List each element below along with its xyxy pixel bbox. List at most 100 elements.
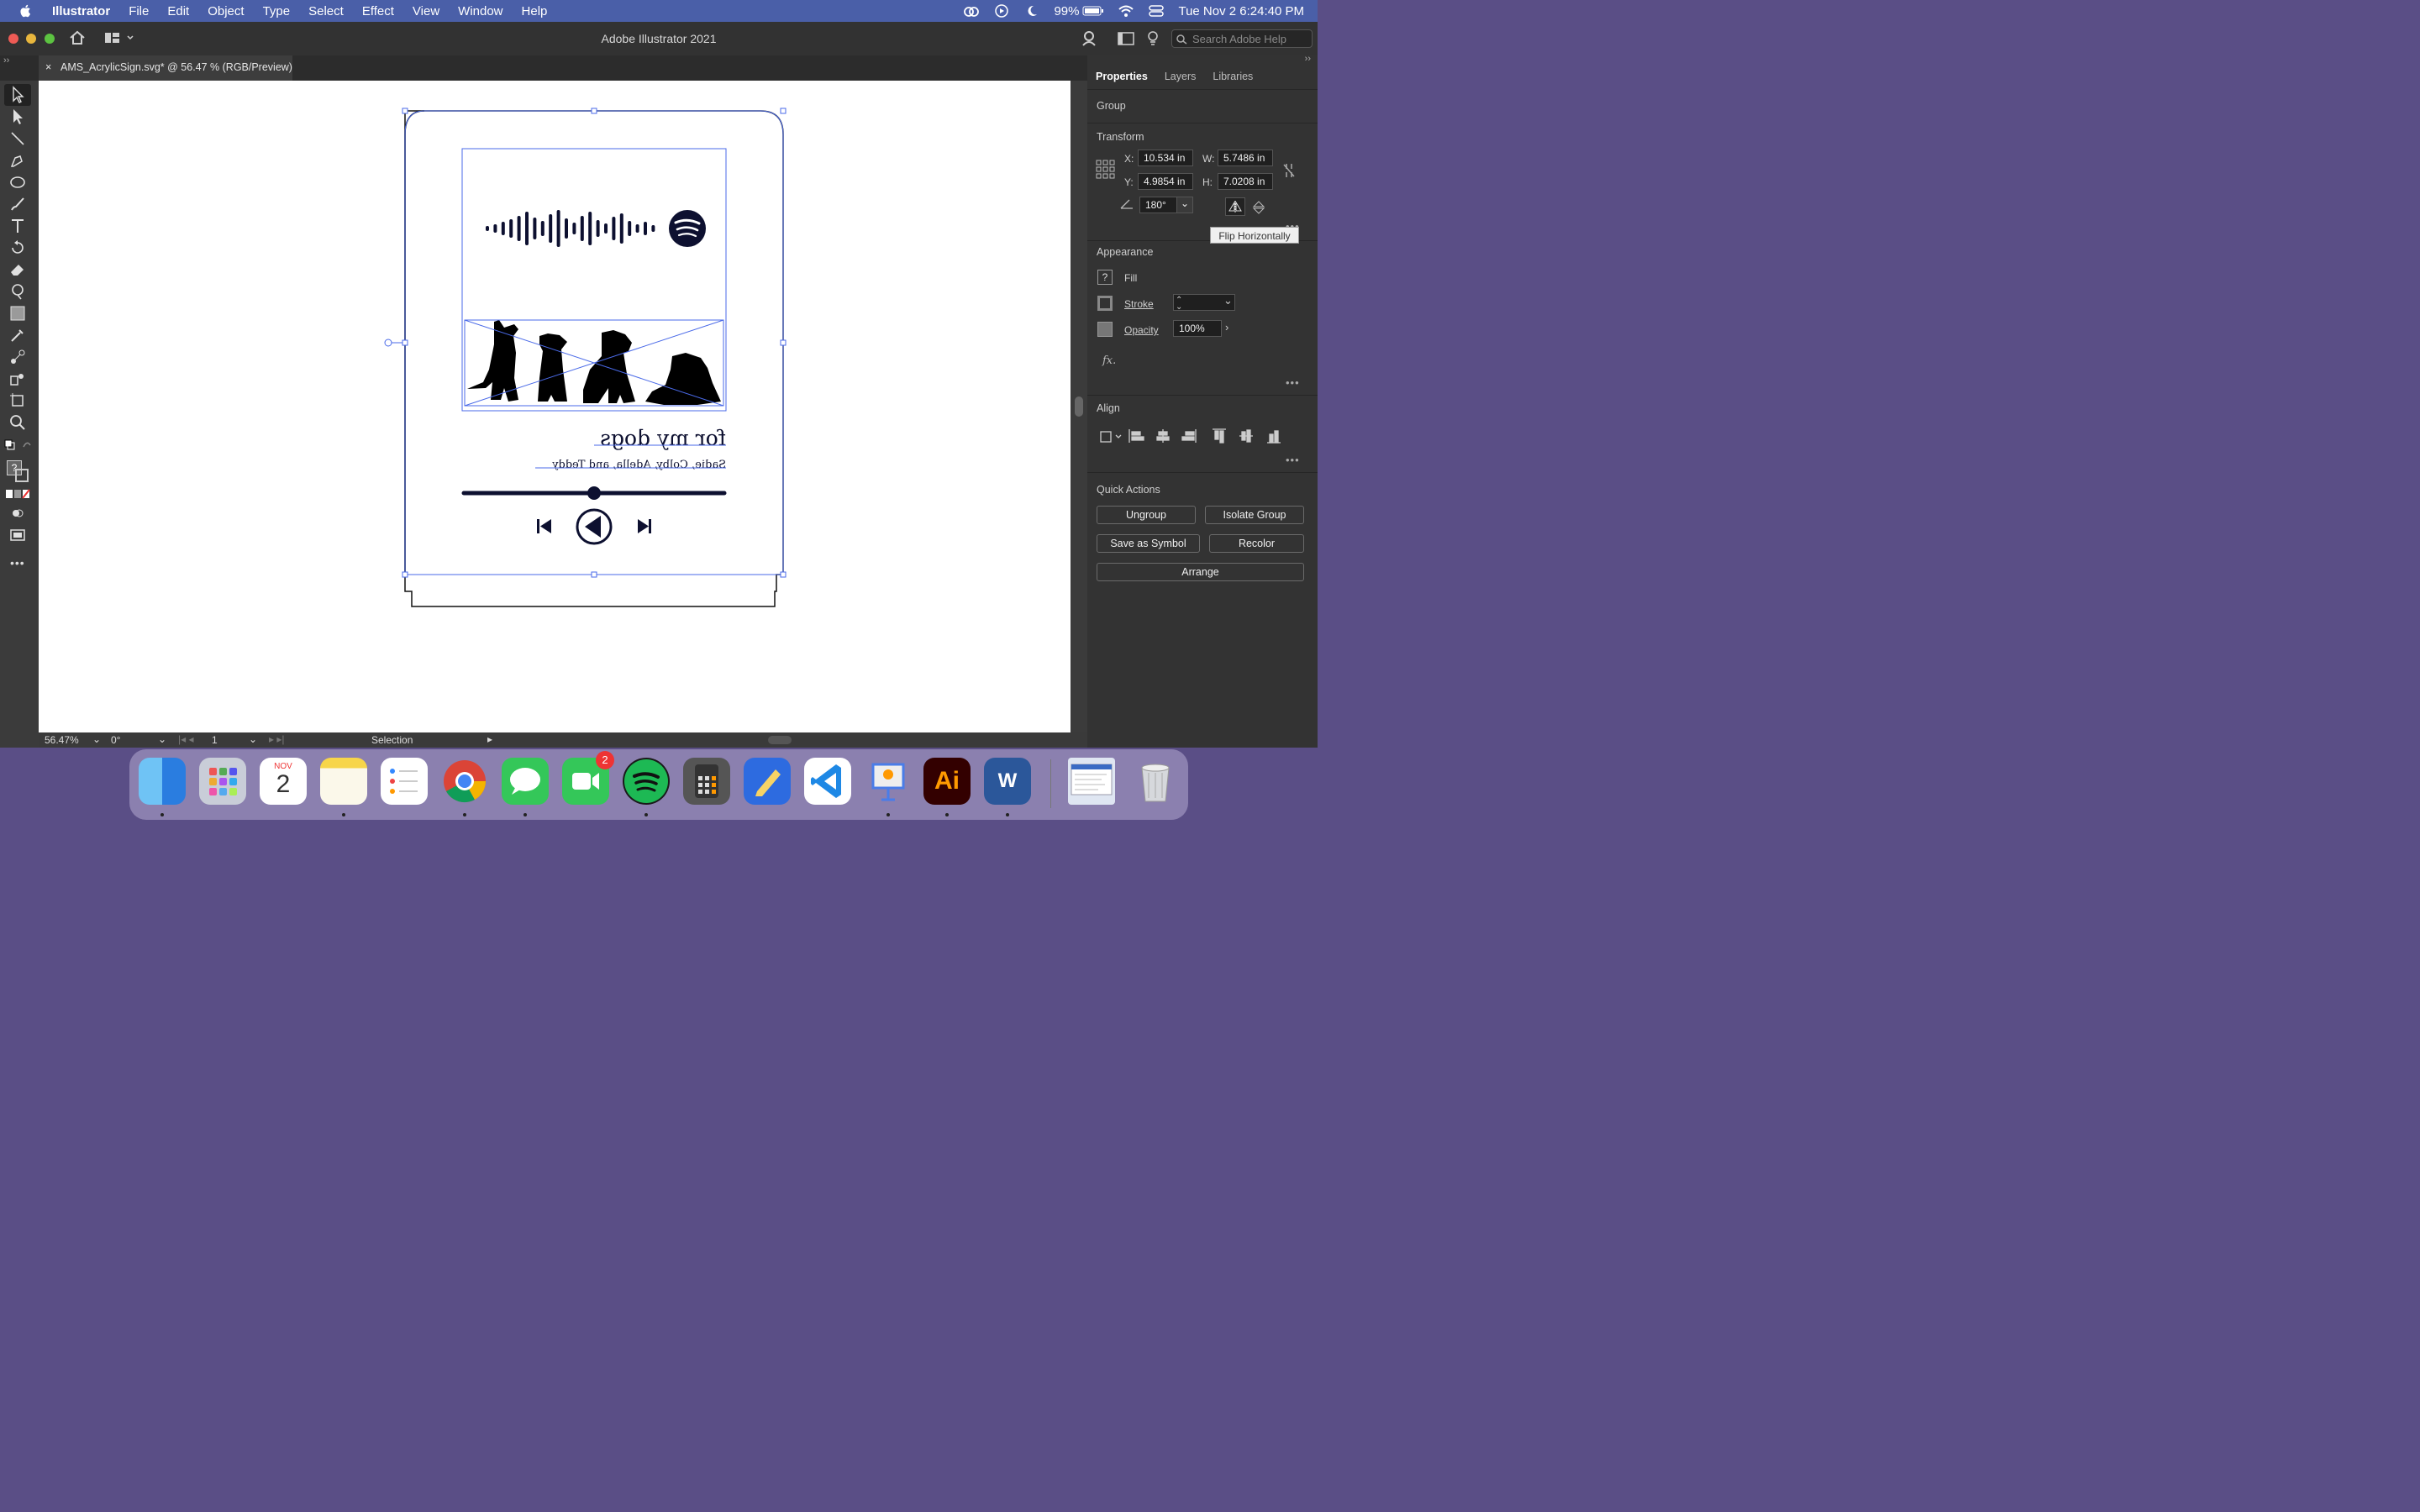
menu-file[interactable]: File xyxy=(129,4,149,18)
align-more-options-icon[interactable]: ••• xyxy=(1286,454,1300,466)
collapse-toolbar-icon[interactable]: ›› xyxy=(3,55,9,66)
vscode-icon[interactable] xyxy=(804,758,851,805)
workspace-switcher-icon[interactable] xyxy=(104,32,134,44)
menu-effect[interactable]: Effect xyxy=(362,4,394,18)
arrange-button[interactable]: Arrange xyxy=(1097,563,1304,581)
lightbulb-icon[interactable] xyxy=(1146,30,1160,47)
isolate-group-button[interactable]: Isolate Group xyxy=(1205,506,1304,524)
menu-edit[interactable]: Edit xyxy=(167,4,189,18)
opacity-expand-icon[interactable]: › xyxy=(1225,321,1228,333)
search-help-input[interactable]: Search Adobe Help xyxy=(1171,29,1313,48)
constrain-proportions-icon[interactable] xyxy=(1282,161,1296,180)
finder-icon[interactable] xyxy=(139,758,186,805)
tab-layers[interactable]: Layers xyxy=(1156,66,1205,87)
stroke-weight-down-icon[interactable]: ⌄ xyxy=(1176,300,1182,315)
keynote-icon[interactable] xyxy=(865,758,912,805)
calculator-icon[interactable] xyxy=(683,758,730,805)
screen-mode-icon[interactable] xyxy=(8,526,27,544)
chrome-icon[interactable] xyxy=(441,758,488,805)
last-artboard-icon[interactable]: ▸ ▸| xyxy=(269,733,285,745)
play-icon[interactable] xyxy=(993,4,1010,18)
type-tool-icon[interactable] xyxy=(8,217,27,235)
more-tools-icon[interactable]: ••• xyxy=(10,556,25,570)
save-as-symbol-button[interactable]: Save as Symbol xyxy=(1097,534,1200,553)
ungroup-button[interactable]: Ungroup xyxy=(1097,506,1196,524)
opacity-label[interactable]: Opacity xyxy=(1124,324,1159,336)
close-tab-icon[interactable]: × xyxy=(45,55,51,79)
gradient-tool-icon[interactable] xyxy=(8,304,27,323)
facetime-icon[interactable]: 2 xyxy=(562,751,614,805)
canvas[interactable]: for my dogs Sadie, Colby, Adella, and Te… xyxy=(39,81,1071,732)
selection-tool-icon[interactable] xyxy=(8,86,27,104)
subline-text[interactable]: Sadie, Colby, Adella, and Teddy xyxy=(551,459,726,471)
menu-view[interactable]: View xyxy=(413,4,439,18)
tab-properties[interactable]: Properties xyxy=(1087,66,1156,87)
recent-document-icon[interactable] xyxy=(1068,758,1115,805)
apple-icon[interactable] xyxy=(18,3,34,18)
messages-icon[interactable] xyxy=(502,758,549,805)
appearance-more-options-icon[interactable]: ••• xyxy=(1286,376,1300,389)
subline-text-group[interactable]: Sadie, Colby, Adella, and Teddy xyxy=(551,459,726,471)
paintbrush-tool-icon[interactable] xyxy=(8,195,27,213)
spotify-icon[interactable] xyxy=(623,758,670,805)
rotation-dropdown-icon[interactable]: ⌄ xyxy=(158,733,166,745)
spotify-logo-icon[interactable] xyxy=(669,210,706,247)
ellipse-tool-icon[interactable] xyxy=(8,173,27,192)
flip-vertical-icon[interactable] xyxy=(1252,201,1265,214)
rotate-tool-icon[interactable] xyxy=(8,239,27,257)
horizontal-scroll-thumb[interactable] xyxy=(768,736,792,744)
fx-effects-button[interactable]: fx. xyxy=(1102,354,1116,367)
opacity-field[interactable]: 100% xyxy=(1173,320,1222,337)
puppet-warp-tool-icon[interactable] xyxy=(8,282,27,301)
height-field[interactable]: 7.0208 in xyxy=(1218,173,1273,190)
calendar-icon[interactable]: NOV 2 xyxy=(260,758,307,805)
recolor-button[interactable]: Recolor xyxy=(1209,534,1304,553)
vertical-scroll-thumb[interactable] xyxy=(1075,396,1083,417)
script-editor-icon[interactable] xyxy=(744,758,791,805)
stroke-swatch[interactable] xyxy=(15,469,29,482)
collapse-panel-icon[interactable]: ›› xyxy=(1305,54,1311,64)
moon-icon[interactable] xyxy=(1023,4,1040,18)
clock[interactable]: Tue Nov 2 6:24:40 PM xyxy=(1178,4,1304,18)
flip-horizontal-button[interactable] xyxy=(1225,197,1245,216)
direct-selection-tool-icon[interactable] xyxy=(8,108,27,126)
blend-tool-icon[interactable] xyxy=(8,348,27,366)
share-user-icon[interactable] xyxy=(1081,30,1098,47)
align-buttons[interactable] xyxy=(1099,427,1314,445)
first-artboard-icon[interactable]: |◂ ◂ xyxy=(178,733,194,745)
minimize-window-button[interactable] xyxy=(26,34,36,44)
fill-color-swatch[interactable]: ? xyxy=(1097,270,1113,285)
stroke-color-swatch[interactable] xyxy=(1097,296,1113,311)
tab-libraries[interactable]: Libraries xyxy=(1204,66,1261,87)
creative-cloud-icon[interactable] xyxy=(963,4,980,18)
trash-icon[interactable] xyxy=(1132,758,1179,805)
home-icon[interactable] xyxy=(69,30,86,45)
rotation-value[interactable]: 0° xyxy=(111,734,120,746)
width-field[interactable]: 5.7486 in xyxy=(1218,150,1273,166)
app-menu[interactable]: Illustrator xyxy=(52,4,110,18)
reminders-icon[interactable] xyxy=(381,758,428,805)
vertical-scrollbar[interactable] xyxy=(1071,81,1087,732)
launchpad-icon[interactable] xyxy=(199,758,246,805)
artboard-dropdown-icon[interactable]: ⌄ xyxy=(249,733,257,745)
battery-icon[interactable] xyxy=(1082,4,1104,18)
eyedropper-tool-icon[interactable] xyxy=(8,326,27,344)
menu-object[interactable]: Object xyxy=(208,4,244,18)
artboard-tool-icon[interactable] xyxy=(8,391,27,410)
document-tab[interactable]: × AMS_AcrylicSign.svg* @ 56.47 % (RGB/Pr… xyxy=(39,55,292,81)
headline-text[interactable]: for my dogs xyxy=(600,426,726,450)
menu-type[interactable]: Type xyxy=(263,4,291,18)
draw-mode-icon[interactable] xyxy=(8,504,27,522)
notes-icon[interactable] xyxy=(320,758,367,805)
status-menu-icon[interactable]: ▸ xyxy=(487,733,492,745)
wifi-icon[interactable] xyxy=(1118,4,1134,18)
word-icon[interactable]: W xyxy=(984,758,1031,805)
reference-point-icon[interactable] xyxy=(1096,160,1116,180)
eraser-tool-icon[interactable] xyxy=(8,260,27,279)
close-window-button[interactable] xyxy=(8,34,18,44)
color-mode-icon[interactable] xyxy=(5,489,32,499)
y-position-field[interactable]: 4.9854 in xyxy=(1138,173,1193,190)
stroke-weight-dropdown-icon[interactable]: ⌄ xyxy=(1223,294,1233,307)
menu-window[interactable]: Window xyxy=(458,4,502,18)
default-colors-icon[interactable] xyxy=(3,438,32,452)
